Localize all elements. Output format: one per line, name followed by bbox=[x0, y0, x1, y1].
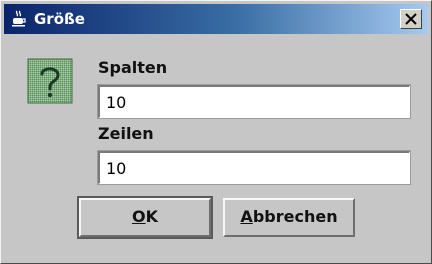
cancel-mnemonic: A bbox=[240, 207, 253, 226]
cancel-button[interactable]: Abbrechen bbox=[223, 198, 355, 237]
dialog-window: Größe Spalten Zeilen OK bbox=[0, 0, 432, 264]
close-button[interactable] bbox=[400, 9, 422, 29]
ok-button[interactable]: OK bbox=[77, 196, 213, 239]
java-cup-icon bbox=[10, 10, 28, 28]
ok-mnemonic: O bbox=[131, 207, 146, 226]
columns-label: Spalten bbox=[98, 58, 168, 77]
rows-label: Zeilen bbox=[98, 124, 154, 143]
columns-input[interactable] bbox=[97, 84, 411, 119]
window-title: Größe bbox=[34, 10, 85, 28]
question-mark-icon bbox=[27, 58, 73, 104]
ok-label-rest: K bbox=[145, 207, 158, 226]
title-bar[interactable]: Größe bbox=[4, 4, 428, 34]
rows-input[interactable] bbox=[97, 150, 411, 185]
cancel-label-rest: bbrechen bbox=[252, 207, 338, 226]
